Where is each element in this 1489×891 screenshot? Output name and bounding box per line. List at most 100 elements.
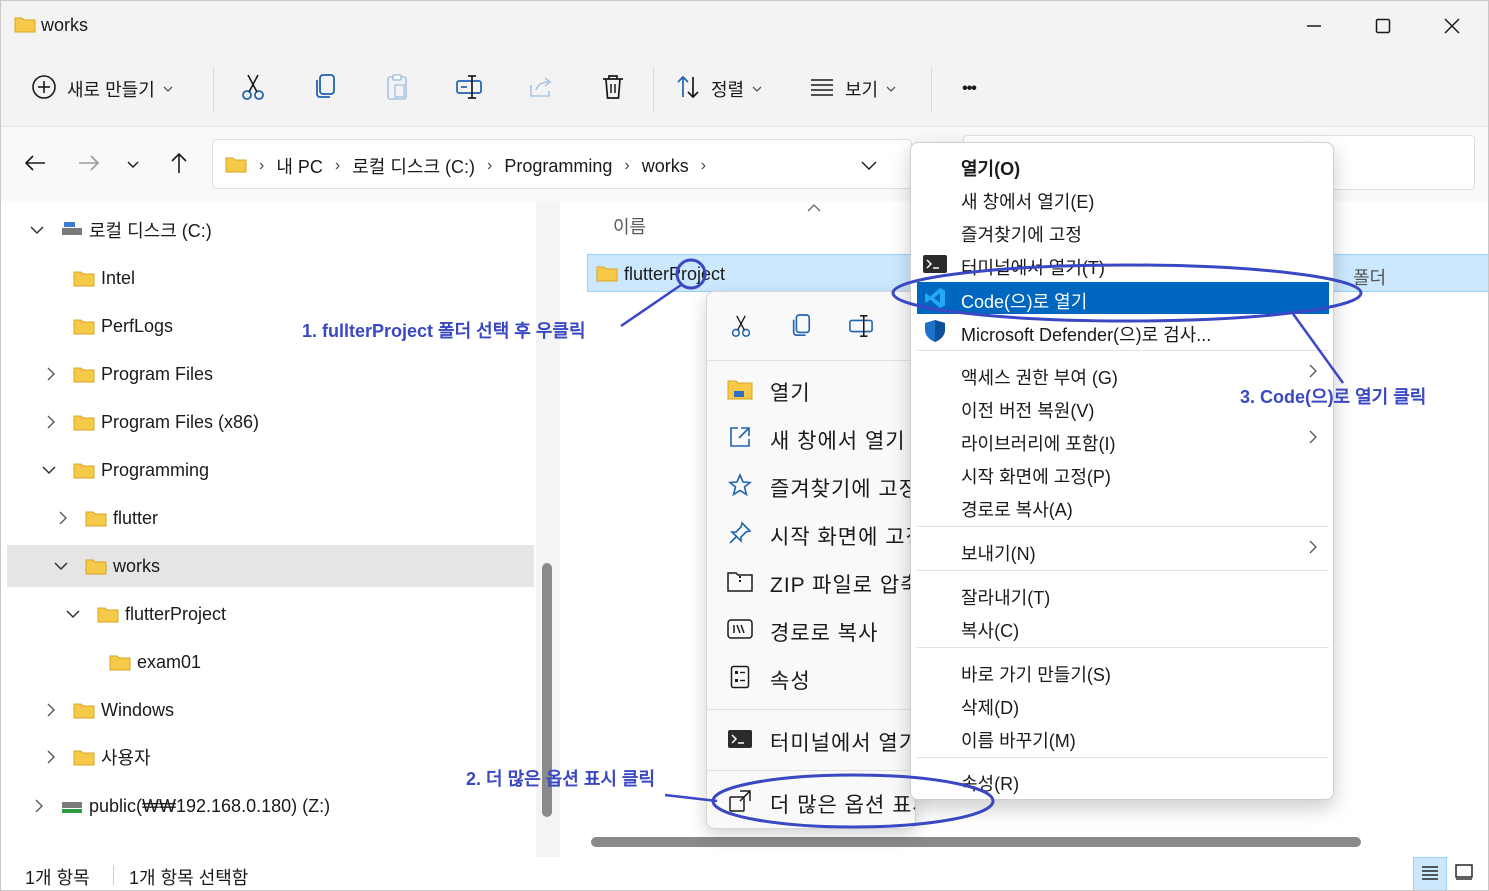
menu-item-label: Code(으)로 열기 xyxy=(961,292,1088,312)
cut-button[interactable] xyxy=(235,67,271,111)
classic-item-copy-path[interactable]: 경로로 복사(A) xyxy=(917,490,1329,522)
classic-item-create-shortcut[interactable]: 바로 가기 만들기(S) xyxy=(917,655,1329,687)
chevron-right-icon[interactable] xyxy=(41,364,61,384)
menu-item-open[interactable]: 열기 xyxy=(707,366,915,412)
chevron-down-icon[interactable] xyxy=(861,158,877,176)
see-more-button[interactable]: ••• xyxy=(949,67,989,111)
tree-item-intel[interactable]: Intel xyxy=(7,257,534,299)
rename-button[interactable] xyxy=(843,310,879,346)
classic-item-open-new-window[interactable]: 새 창에서 열기(E) xyxy=(917,182,1329,214)
delete-button[interactable] xyxy=(595,67,631,111)
tree-item-windows[interactable]: Windows xyxy=(7,689,534,731)
menu-item-zip[interactable]: ZIP 파일로 압축 xyxy=(707,558,915,604)
classic-item-terminal[interactable]: 터미널에서 열기(T) xyxy=(917,248,1329,280)
classic-item-send-to[interactable]: 보내기(N) xyxy=(917,534,1329,566)
breadcrumb-item[interactable]: 내 PC xyxy=(276,153,323,179)
menu-item-label: 새 창에서 열기 xyxy=(770,430,906,453)
folder-icon xyxy=(73,461,95,484)
menu-item-properties[interactable]: 속성 xyxy=(707,654,915,700)
menu-item-label: 속성(R) xyxy=(961,774,1020,794)
trash-icon xyxy=(601,74,625,105)
chevron-right-icon: › xyxy=(487,157,493,174)
tree-item-program-files-x86[interactable]: Program Files (x86) xyxy=(7,401,534,443)
classic-item-delete[interactable]: 삭제(D) xyxy=(917,688,1329,720)
rename-button[interactable] xyxy=(451,67,487,111)
menu-item-label: 터미널에서 열기 xyxy=(770,732,916,755)
classic-item-properties[interactable]: 속성(R) xyxy=(917,764,1329,796)
chevron-right-icon[interactable] xyxy=(41,412,61,432)
address-bar[interactable]: › 내 PC › 로컬 디스크 (C:) › Programming › wor… xyxy=(212,139,912,189)
chevron-right-icon[interactable] xyxy=(29,796,49,816)
menu-item-label: 더 많은 옵션 표시 xyxy=(770,794,915,817)
column-header-name[interactable]: 이름 xyxy=(613,213,646,239)
tree-item-program-files[interactable]: Program Files xyxy=(7,353,534,395)
copy-button[interactable] xyxy=(307,67,343,111)
minimize-button[interactable] xyxy=(1291,9,1337,43)
classic-item-rename[interactable]: 이름 바꾸기(M) xyxy=(917,721,1329,753)
chevron-right-icon[interactable] xyxy=(41,747,61,767)
classic-item-pin-start[interactable]: 시작 화면에 고정(P) xyxy=(917,457,1329,489)
tree-item-exam01[interactable]: exam01 xyxy=(7,641,534,683)
forward-button[interactable] xyxy=(73,149,105,181)
back-button[interactable] xyxy=(19,149,51,181)
tree-label: exam01 xyxy=(137,651,202,672)
zip-folder-icon xyxy=(727,568,753,594)
breadcrumb-item[interactable]: works xyxy=(642,156,689,177)
paste-button[interactable] xyxy=(379,67,415,111)
details-view-button[interactable] xyxy=(1413,857,1447,890)
menu-item-pin-favorites[interactable]: 즐겨찾기에 고정 xyxy=(707,462,915,508)
view-button-label: 보기 xyxy=(845,80,879,100)
classic-item-open-with-code[interactable]: Code(으)로 열기 xyxy=(917,282,1329,314)
classic-item-defender-scan[interactable]: Microsoft Defender(으)로 검사... xyxy=(917,315,1329,347)
close-button[interactable] xyxy=(1429,9,1475,43)
show-more-icon xyxy=(727,788,753,814)
menu-item-label: 이름 바꾸기(M) xyxy=(961,731,1076,751)
chevron-down-icon[interactable] xyxy=(39,460,59,480)
open-external-icon xyxy=(727,424,753,450)
view-button[interactable]: 보기 xyxy=(809,67,896,111)
up-button[interactable] xyxy=(163,149,195,181)
file-explorer-window: works 새로 만들기 정렬 보기 ••• › 내 PC › 로컬 디스크 (… xyxy=(0,0,1489,891)
horizontal-scrollbar[interactable] xyxy=(591,837,1361,847)
chevron-right-icon[interactable] xyxy=(41,700,61,720)
tiles-view-button[interactable] xyxy=(1447,857,1481,890)
menu-item-label: 보내기(N) xyxy=(961,544,1036,564)
classic-item-pin-favorites[interactable]: 즐겨찾기에 고정 xyxy=(917,215,1329,247)
vscode-icon xyxy=(923,286,947,310)
tree-item-flutterproject[interactable]: flutterProject xyxy=(7,593,534,635)
tree-item-users[interactable]: 사용자 xyxy=(7,736,534,778)
menu-item-pin-start[interactable]: 시작 화면에 고정 xyxy=(707,510,915,556)
tree-item-flutter[interactable]: flutter xyxy=(7,497,534,539)
menu-item-label: 열기(O) xyxy=(961,159,1021,179)
tree-item-programming[interactable]: Programming xyxy=(7,449,534,491)
classic-item-copy[interactable]: 복사(C) xyxy=(917,611,1329,643)
classic-item-cut[interactable]: 잘라내기(T) xyxy=(917,578,1329,610)
classic-item-include-library[interactable]: 라이브러리에 포함(I) xyxy=(917,424,1329,456)
new-button[interactable]: 새로 만들기 xyxy=(31,67,173,111)
chevron-down-icon[interactable] xyxy=(63,604,83,624)
menu-item-open-new-window[interactable]: 새 창에서 열기 xyxy=(707,414,915,460)
breadcrumb-item[interactable]: Programming xyxy=(504,156,612,177)
menu-item-terminal[interactable]: 터미널에서 열기 xyxy=(707,716,916,762)
tree-item-local-disk[interactable]: 로컬 디스크 (C:) xyxy=(7,209,534,251)
nav-scrollbar[interactable] xyxy=(536,201,560,857)
tree-item-network-drive[interactable]: public(₩₩192.168.0.180) (Z:) xyxy=(7,785,534,827)
menu-item-copy-path[interactable]: 경로로 복사 xyxy=(707,606,915,652)
sort-button[interactable]: 정렬 xyxy=(675,67,762,111)
breadcrumb-item[interactable]: 로컬 디스크 (C:) xyxy=(352,153,475,179)
maximize-button[interactable] xyxy=(1360,9,1406,43)
recent-locations-button[interactable] xyxy=(117,149,149,181)
tree-item-works[interactable]: works xyxy=(7,545,534,587)
chevron-right-icon[interactable] xyxy=(53,508,73,528)
folder-icon xyxy=(225,155,247,178)
terminal-icon xyxy=(727,726,753,752)
chevron-down-icon[interactable] xyxy=(27,220,47,240)
folder-icon xyxy=(73,317,95,340)
menu-item-show-more-options[interactable]: 더 많은 옵션 표시 xyxy=(707,778,915,824)
menu-item-label: Microsoft Defender(으)로 검사... xyxy=(961,325,1212,345)
chevron-down-icon[interactable] xyxy=(51,556,71,576)
classic-item-open[interactable]: 열기(O) xyxy=(917,149,1329,181)
copy-button[interactable] xyxy=(783,310,819,346)
share-button[interactable] xyxy=(523,67,559,111)
cut-button[interactable] xyxy=(723,310,759,346)
